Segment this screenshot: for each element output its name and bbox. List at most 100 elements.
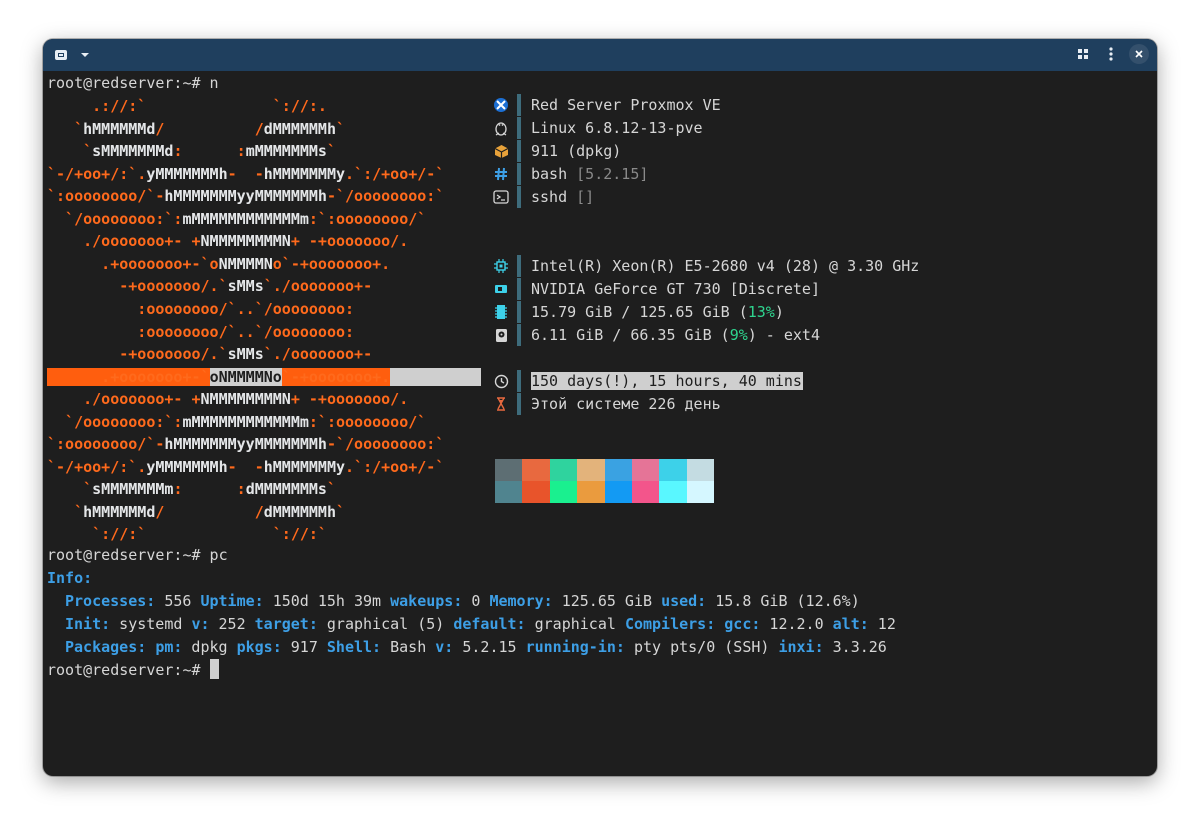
memory-icon: [493, 304, 509, 320]
title-bar: [43, 39, 1157, 71]
info-value: 150d 15h 39m: [263, 592, 391, 610]
separator-bar: [517, 94, 521, 116]
separator-bar: [517, 301, 521, 323]
hash-icon: [493, 166, 509, 182]
hourglass-icon: [493, 396, 509, 412]
selection-highlight: .+ooooooo+-`oNMMMMNo`-+ooooooo+.: [47, 367, 481, 386]
palette-swatch: [495, 481, 523, 503]
palette-swatch: [631, 459, 660, 481]
close-icon: [1135, 50, 1143, 58]
hw-memory: 15.79 GiB / 125.65 GiB (13%): [489, 301, 929, 323]
sysinfo-shell: bash [5.2.15]: [489, 163, 929, 185]
info-value: graphical (5): [317, 615, 454, 633]
grid-icon[interactable]: [1073, 44, 1093, 64]
info-value: 15.8 GiB (12.6%): [706, 592, 860, 610]
separator-bar: [517, 393, 521, 415]
chevron-down-icon[interactable]: [75, 45, 95, 65]
palette-swatch: [549, 459, 578, 481]
separator-bar: [517, 186, 521, 208]
palette-swatch: [495, 459, 523, 481]
close-button[interactable]: [1129, 44, 1149, 64]
window-controls: [1073, 44, 1149, 64]
gpu-icon: [493, 281, 509, 297]
palette-swatch: [659, 459, 687, 481]
logo-line: `hMMMMMMd/ /dMMMMMMh`: [47, 119, 346, 138]
command-prompt[interactable]: root@redserver:~#: [47, 659, 219, 681]
logo-line: `:oooooooo/`-hMMMMMMMyyMMMMMMMh-`/oooooo…: [47, 187, 445, 206]
separator-bar: [517, 163, 521, 185]
sysinfo-terminal: sshd []: [489, 186, 929, 208]
palette-swatch: [631, 481, 660, 503]
separator-bar: [517, 255, 521, 277]
logo-line: `sMMMMMMMm: :dMMMMMMMs`: [47, 480, 336, 499]
info-value: [146, 638, 155, 656]
info-value: 5.2.15: [453, 638, 526, 656]
pc-info-line-2: Init: systemd v: 252 target: graphical (…: [65, 613, 896, 635]
hw-age: Этой системе 226 день: [489, 393, 929, 415]
palette-swatch: [659, 481, 687, 503]
logo-line: `-/+oo+/:`.yMMMMMMMh- -hMMMMMMMy.`:/+oo+…: [47, 164, 445, 183]
info-value: 3.3.26: [823, 638, 887, 656]
more-vertical-icon[interactable]: [1101, 44, 1121, 64]
logo-line: `hMMMMMMd/ /dMMMMMMh`: [47, 502, 346, 521]
pc-info-line-1: Processes: 556 Uptime: 150d 15h 39m wake…: [65, 590, 860, 612]
sysinfo-os: Red Server Proxmox VE: [489, 94, 929, 116]
logo-line: -+ooooooo/.`sMMs`./ooooooo+-: [47, 345, 373, 364]
clock-icon: [493, 373, 509, 389]
linux-penguin-icon: [493, 120, 509, 136]
command-line-n: root@redserver:~# n: [47, 74, 219, 92]
pc-info-line-3: Packages: pm: dpkg pkgs: 917 Shell: Bash…: [65, 636, 887, 658]
prompt-text: root@redserver:~#: [47, 661, 210, 679]
palette-swatch: [686, 459, 715, 481]
info-key: target:: [254, 615, 318, 633]
info-key: Packages:: [65, 638, 147, 656]
info-value: 12.2.0: [760, 615, 833, 633]
info-key: v:: [191, 615, 210, 633]
sysinfo-kernel: Linux 6.8.12-13-pve: [489, 117, 929, 139]
info-value: 252: [209, 615, 255, 633]
info-value: dpkg: [182, 638, 237, 656]
info-key: default:: [453, 615, 526, 633]
info-value: 125.65 GiB: [552, 592, 662, 610]
separator-bar: [517, 117, 521, 139]
separator-bar: [517, 370, 521, 392]
palette-swatch: [549, 481, 578, 503]
palette-swatch: [577, 481, 605, 503]
hw-disk: 6.11 GiB / 66.35 GiB (9%) - ext4: [489, 324, 929, 346]
info-key: Init:: [65, 615, 111, 633]
command-line-pc: root@redserver:~# pc: [47, 546, 228, 564]
info-value: 556: [155, 592, 201, 610]
info-key: running-in:: [525, 638, 625, 656]
terminal-output[interactable]: root@redserver:~# n .://:` `://:. `hMMMM…: [43, 71, 1157, 776]
hw-gpu: NVIDIA GeForce GT 730 [Discrete]: [489, 278, 929, 300]
logo-line: .://:` `://:.: [47, 97, 327, 115]
cpu-icon: [493, 258, 509, 274]
logo-line: `/oooooooo:`:mMMMMMMMMMMMMm:`:oooooooo/`: [47, 209, 427, 228]
terminal-icon[interactable]: [51, 45, 71, 65]
sysinfo-packages: 911 (dpkg): [489, 140, 929, 162]
terminal-window: root@redserver:~# n .://:` `://:. `hMMMM…: [43, 39, 1157, 776]
logo-line: `:oooooooo/`-hMMMMMMMyyMMMMMMMh-`/oooooo…: [47, 435, 445, 454]
info-key: Uptime:: [200, 592, 264, 610]
palette-swatch: [686, 481, 715, 503]
logo-line: `/oooooooo:`:mMMMMMMMMMMMMm:`:oooooooo/`: [47, 412, 427, 431]
info-key: pkgs:: [236, 638, 282, 656]
info-value: 12: [868, 615, 896, 633]
text-cursor: [209, 659, 219, 679]
palette-swatch: [577, 459, 605, 481]
terminal-prompt-icon: [493, 189, 509, 205]
palette-swatch: [522, 459, 550, 481]
logo-line: .+ooooooo+-`oNMMMMNo`-+ooooooo+.: [47, 254, 391, 273]
info-value: systemd: [110, 615, 192, 633]
separator-bar: [517, 140, 521, 162]
logo-line: `sMMMMMMMd: :mMMMMMMMs`: [47, 142, 336, 161]
logo-line: ./ooooooo+- +NMMMMMMMMN+ -+ooooooo/.: [47, 390, 409, 409]
info-key: Processes:: [65, 592, 156, 610]
info-key: inxi:: [778, 638, 824, 656]
logo-line: :oooooooo/`..`/oooooooo:: [47, 299, 355, 318]
info-key: wakeups:: [390, 592, 463, 610]
info-key: Shell:: [326, 638, 382, 656]
separator-bar: [517, 278, 521, 300]
disk-icon: [493, 327, 509, 343]
info-value: pty pts/0 (SSH): [624, 638, 779, 656]
